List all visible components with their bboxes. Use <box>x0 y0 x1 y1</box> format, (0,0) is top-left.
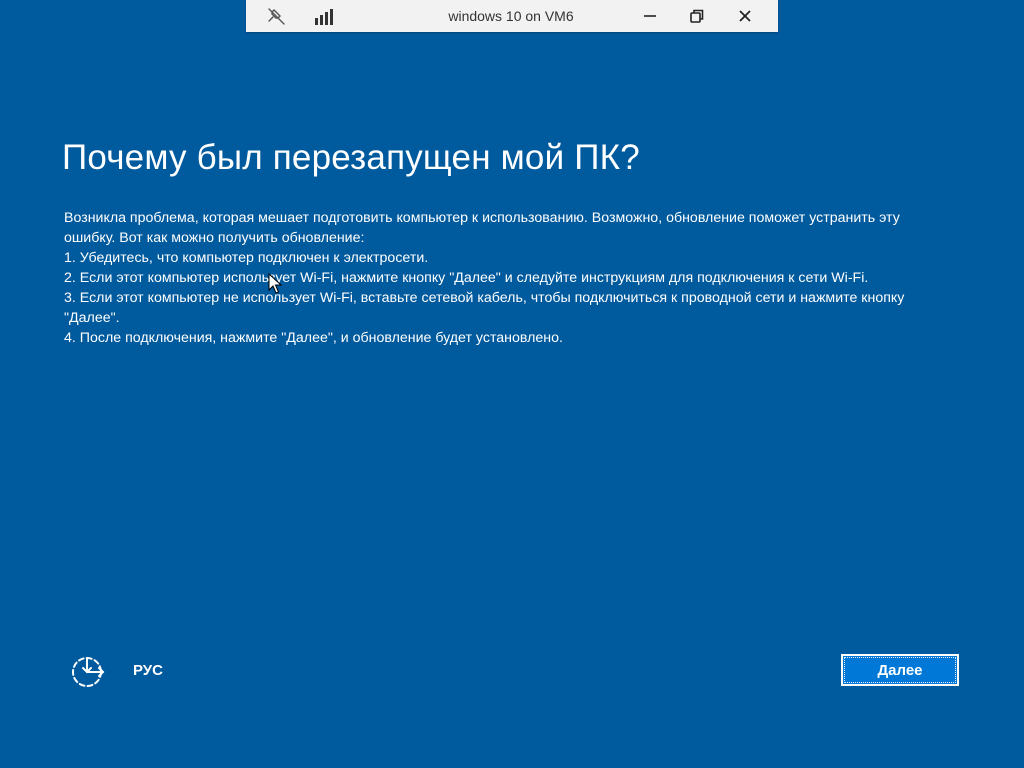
signal-icon[interactable] <box>314 7 338 25</box>
vm-connection-bar: windows 10 on VM6 <box>246 0 778 32</box>
text-line: 3. Если этот компьютер не использует Wi-… <box>64 290 905 306</box>
close-button[interactable] <box>735 6 755 26</box>
text-line: 4. После подключения, нажмите "Далее", и… <box>64 330 563 346</box>
text-line: 1. Убедитесь, что компьютер подключен к … <box>64 250 429 266</box>
close-icon <box>739 10 751 22</box>
ease-of-access-icon <box>72 657 105 687</box>
pin-icon[interactable] <box>266 6 288 26</box>
minimize-icon <box>644 15 656 17</box>
instructions-text: Возникла проблема, которая мешает подгот… <box>64 208 964 348</box>
restore-icon <box>690 9 704 23</box>
page-title: Почему был перезапущен мой ПК? <box>62 138 640 177</box>
text-line: Возникла проблема, которая мешает подгот… <box>64 210 900 226</box>
text-line: 2. Если этот компьютер использует Wi-Fi,… <box>64 270 869 286</box>
text-line: "Далее". <box>64 310 120 326</box>
text-line: ошибку. Вот как можно получить обновлени… <box>64 230 365 246</box>
vm-window-title: windows 10 on VM6 <box>448 8 574 24</box>
restore-button[interactable] <box>687 6 707 26</box>
language-indicator[interactable]: РУС <box>133 662 163 679</box>
minimize-button[interactable] <box>640 6 660 26</box>
next-button[interactable]: Далее <box>841 654 959 686</box>
ease-of-access-button[interactable] <box>70 654 106 688</box>
